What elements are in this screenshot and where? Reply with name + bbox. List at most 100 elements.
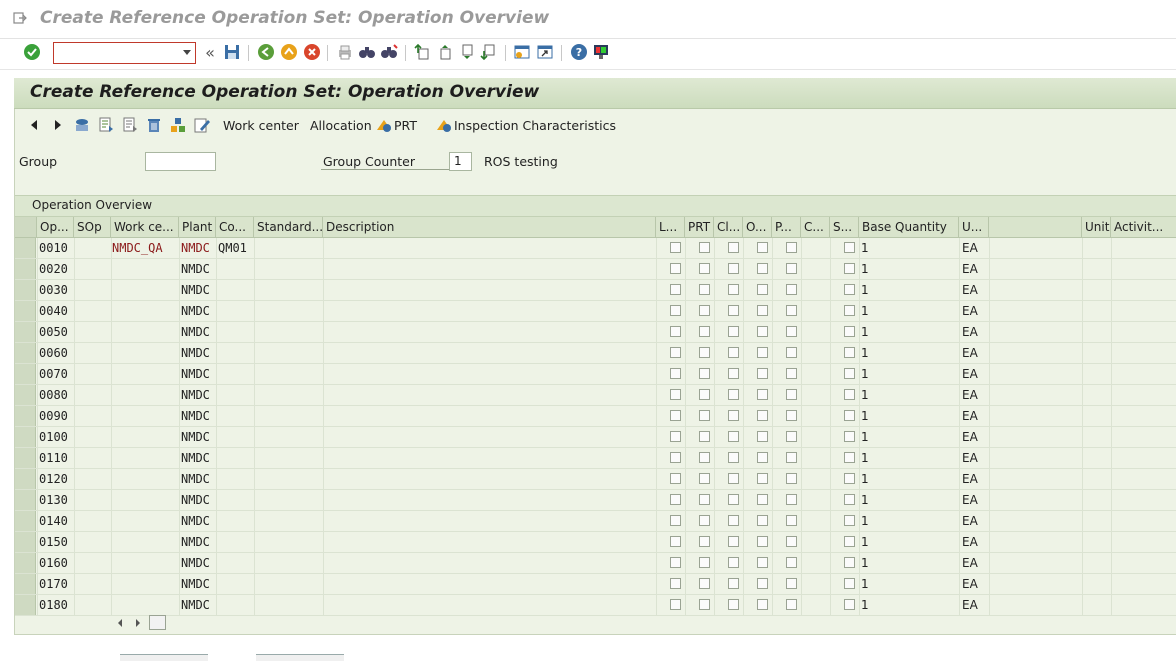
row-checkbox[interactable] (670, 578, 681, 589)
scroll-right-icon[interactable] (134, 618, 142, 628)
prt-icon[interactable] (374, 115, 394, 135)
print-icon[interactable] (335, 42, 355, 62)
row-selector[interactable] (15, 406, 36, 426)
row-checkbox[interactable] (786, 284, 797, 295)
cell-op[interactable]: 0090 (39, 406, 68, 426)
cell-work-center[interactable]: NMDC_QA (112, 238, 163, 258)
table-row[interactable]: 0130 NMDC 1 EA (15, 490, 1176, 511)
row-selector[interactable] (15, 259, 36, 279)
row-checkbox[interactable] (757, 242, 768, 253)
row-checkbox[interactable] (757, 599, 768, 610)
col-header-base-quantity[interactable]: Base Quantity (859, 217, 959, 238)
row-checkbox[interactable] (844, 578, 855, 589)
horizontal-scrollbar[interactable] (15, 614, 1176, 633)
cell-op[interactable]: 0150 (39, 532, 68, 552)
col-header-activity[interactable]: Activit... (1111, 217, 1176, 238)
row-checkbox[interactable] (844, 494, 855, 505)
table-row[interactable]: 0100 NMDC 1 EA (15, 427, 1176, 448)
col-header-unit[interactable]: Unit (1082, 217, 1111, 238)
row-checkbox[interactable] (670, 242, 681, 253)
work-center-button[interactable]: Work center (223, 118, 299, 133)
row-checkbox[interactable] (757, 557, 768, 568)
row-checkbox[interactable] (786, 599, 797, 610)
col-header-l[interactable]: L... (656, 217, 685, 238)
row-checkbox[interactable] (670, 431, 681, 442)
arrow-right-icon[interactable] (48, 115, 68, 135)
operation-details-icon[interactable] (96, 115, 116, 135)
shortcut-icon[interactable] (535, 42, 555, 62)
enter-check-icon[interactable] (22, 42, 42, 62)
row-selector[interactable] (15, 595, 36, 615)
row-checkbox[interactable] (786, 368, 797, 379)
row-selector[interactable] (15, 322, 36, 342)
cell-unit[interactable]: EA (962, 553, 978, 573)
row-checkbox[interactable] (728, 263, 739, 274)
table-row[interactable]: 0090 NMDC 1 EA (15, 406, 1176, 427)
row-checkbox[interactable] (786, 494, 797, 505)
row-checkbox[interactable] (728, 452, 739, 463)
row-checkbox[interactable] (844, 389, 855, 400)
col-header-work-center[interactable]: Work ce... (111, 217, 179, 238)
row-checkbox[interactable] (757, 473, 768, 484)
row-checkbox[interactable] (670, 284, 681, 295)
row-checkbox[interactable] (728, 557, 739, 568)
row-checkbox[interactable] (699, 389, 710, 400)
row-checkbox[interactable] (757, 368, 768, 379)
row-checkbox[interactable] (757, 410, 768, 421)
col-header-blank[interactable] (989, 217, 1082, 238)
cell-unit[interactable]: EA (962, 469, 978, 489)
cell-base-quantity[interactable]: 1 (861, 343, 869, 363)
inspection-icon[interactable] (434, 115, 454, 135)
row-checkbox[interactable] (757, 305, 768, 316)
col-header-description[interactable]: Description (323, 217, 656, 238)
row-checkbox[interactable] (699, 326, 710, 337)
cell-unit[interactable]: EA (962, 343, 978, 363)
row-checkbox[interactable] (699, 431, 710, 442)
cell-plant[interactable]: NMDC (181, 469, 210, 489)
row-checkbox[interactable] (699, 410, 710, 421)
back-icon[interactable] (256, 42, 276, 62)
col-header-sop[interactable]: SOp (74, 217, 111, 238)
row-checkbox[interactable] (699, 284, 710, 295)
row-checkbox[interactable] (786, 305, 797, 316)
row-checkbox[interactable] (786, 515, 797, 526)
row-checkbox[interactable] (786, 263, 797, 274)
row-checkbox[interactable] (844, 326, 855, 337)
cell-op[interactable]: 0050 (39, 322, 68, 342)
cell-op[interactable]: 0030 (39, 280, 68, 300)
row-checkbox[interactable] (670, 305, 681, 316)
row-checkbox[interactable] (699, 242, 710, 253)
command-field[interactable] (53, 42, 196, 64)
cell-unit[interactable]: EA (962, 511, 978, 531)
cell-base-quantity[interactable]: 1 (861, 385, 869, 405)
table-row[interactable]: 0150 NMDC 1 EA (15, 532, 1176, 553)
col-header-s[interactable]: S... (830, 217, 859, 238)
row-checkbox[interactable] (699, 368, 710, 379)
cell-plant[interactable]: NMDC (181, 448, 210, 468)
cell-base-quantity[interactable]: 1 (861, 406, 869, 426)
table-row[interactable]: 0020 NMDC 1 EA (15, 259, 1176, 280)
cell-unit[interactable]: EA (962, 595, 978, 615)
row-checkbox[interactable] (786, 452, 797, 463)
table-row[interactable]: 0030 NMDC 1 EA (15, 280, 1176, 301)
cell-base-quantity[interactable]: 1 (861, 574, 869, 594)
cell-op[interactable]: 0170 (39, 574, 68, 594)
edit-pencil-icon[interactable] (192, 115, 212, 135)
cell-op[interactable]: 0080 (39, 385, 68, 405)
row-checkbox[interactable] (728, 599, 739, 610)
cell-unit[interactable]: EA (962, 532, 978, 552)
row-checkbox[interactable] (728, 431, 739, 442)
cell-base-quantity[interactable]: 1 (861, 427, 869, 447)
arrow-left-icon[interactable] (24, 115, 44, 135)
row-checkbox[interactable] (844, 368, 855, 379)
row-selector[interactable] (15, 469, 36, 489)
row-selector[interactable] (15, 427, 36, 447)
cell-op[interactable]: 0020 (39, 259, 68, 279)
row-selector[interactable] (15, 238, 36, 258)
table-row[interactable]: 0060 NMDC 1 EA (15, 343, 1176, 364)
row-selector[interactable] (15, 553, 36, 573)
col-header-op[interactable]: Op... (37, 217, 74, 238)
cell-op[interactable]: 0180 (39, 595, 68, 615)
prt-button[interactable]: PRT (394, 118, 417, 133)
cell-plant[interactable]: NMDC (181, 553, 210, 573)
